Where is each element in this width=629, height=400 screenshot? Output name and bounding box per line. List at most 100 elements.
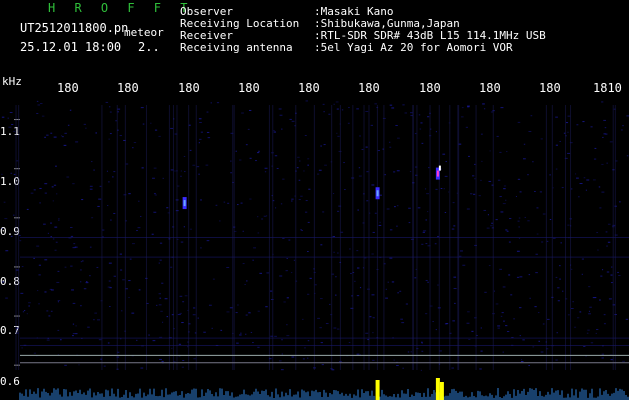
noise-speck xyxy=(483,108,486,110)
noise-speck xyxy=(281,128,283,130)
noise-speck xyxy=(460,116,464,118)
noise-speck xyxy=(377,150,381,152)
noise-speck xyxy=(302,358,305,360)
noise-speck xyxy=(337,210,340,212)
noise-speck xyxy=(120,310,123,312)
noise-speck xyxy=(239,334,242,336)
noise-speck xyxy=(516,250,520,252)
noise-speck xyxy=(556,332,558,334)
noise-speck xyxy=(417,207,421,209)
noise-speck xyxy=(41,115,45,117)
noise-speck xyxy=(467,106,470,108)
noise-speck xyxy=(72,323,75,325)
noise-speck xyxy=(347,122,350,124)
noise-speck xyxy=(16,329,19,331)
noise-speck xyxy=(291,200,293,202)
noise-speck xyxy=(344,189,346,191)
noise-speck xyxy=(396,365,399,367)
noise-speck xyxy=(395,124,398,126)
noise-speck xyxy=(128,297,130,299)
noise-speck xyxy=(200,131,203,133)
noise-speck xyxy=(301,230,303,232)
noise-speck xyxy=(159,297,162,299)
noise-speck xyxy=(332,193,335,195)
noise-speck xyxy=(199,138,202,140)
noise-speck xyxy=(13,214,15,216)
noise-speck xyxy=(281,353,283,355)
noise-speck xyxy=(52,200,54,202)
noise-speck xyxy=(372,317,375,319)
noise-speck xyxy=(588,286,591,288)
noise-speck xyxy=(467,311,470,313)
x-tick-7: 180 xyxy=(479,81,501,95)
noise-speck xyxy=(444,211,447,213)
noise-speck xyxy=(5,250,9,252)
noise-speck xyxy=(385,288,387,290)
noise-speck xyxy=(307,340,310,342)
hroft-logo: H R O F F T xyxy=(48,1,194,15)
noise-speck xyxy=(599,207,602,209)
noise-speck xyxy=(89,246,92,248)
noise-speck xyxy=(138,289,141,291)
noise-speck xyxy=(50,310,53,312)
noise-speck xyxy=(96,266,99,268)
noise-speck xyxy=(517,220,520,222)
noise-speck xyxy=(240,332,242,334)
noise-speck xyxy=(586,332,589,334)
noise-speck xyxy=(70,227,73,229)
noise-speck xyxy=(28,302,31,304)
noise-speck xyxy=(425,279,428,281)
noise-speck xyxy=(396,170,400,172)
noise-speck xyxy=(576,177,579,179)
x-tick-8: 180 xyxy=(539,81,561,95)
noise-speck xyxy=(108,181,110,183)
noise-speck xyxy=(36,112,39,114)
noise-speck xyxy=(603,323,606,325)
noise-speck xyxy=(432,321,434,323)
noise-speck xyxy=(132,243,135,245)
noise-speck xyxy=(539,191,543,193)
noise-speck xyxy=(496,135,499,137)
noise-speck xyxy=(359,287,362,289)
noise-speck xyxy=(109,106,111,108)
noise-speck xyxy=(425,313,428,315)
noise-speck xyxy=(223,201,226,203)
noise-speck xyxy=(365,332,369,334)
noise-speck xyxy=(109,111,112,113)
noise-speck xyxy=(407,351,410,353)
noise-speck xyxy=(150,122,152,124)
noise-speck xyxy=(181,322,184,324)
noise-speck xyxy=(263,215,267,217)
noise-speck xyxy=(356,267,360,269)
noise-speck xyxy=(113,171,116,173)
noise-speck xyxy=(189,228,193,230)
noise-speck xyxy=(305,100,308,102)
noise-speck xyxy=(609,141,613,143)
noise-speck xyxy=(384,174,386,176)
noise-speck xyxy=(153,167,157,169)
noise-speck xyxy=(607,223,611,225)
noise-speck xyxy=(452,202,455,204)
noise-speck xyxy=(44,192,47,194)
noise-speck xyxy=(66,176,70,178)
noise-speck xyxy=(252,259,254,261)
noise-speck xyxy=(184,295,188,297)
noise-speck xyxy=(282,237,285,239)
noise-speck xyxy=(394,206,396,208)
noise-speck xyxy=(581,273,583,275)
noise-speck xyxy=(410,112,413,114)
noise-speck xyxy=(75,325,77,327)
noise-speck xyxy=(577,317,580,319)
noise-speck xyxy=(206,111,209,113)
noise-speck xyxy=(599,299,601,301)
noise-speck xyxy=(389,104,393,106)
noise-speck xyxy=(278,360,282,362)
noise-speck xyxy=(321,364,324,366)
noise-speck xyxy=(389,257,393,259)
noise-speck xyxy=(500,315,503,317)
noise-speck xyxy=(468,155,470,157)
noise-speck xyxy=(235,150,237,152)
noise-speck xyxy=(291,120,295,122)
noise-speck xyxy=(604,127,607,129)
noise-speck xyxy=(38,303,40,305)
